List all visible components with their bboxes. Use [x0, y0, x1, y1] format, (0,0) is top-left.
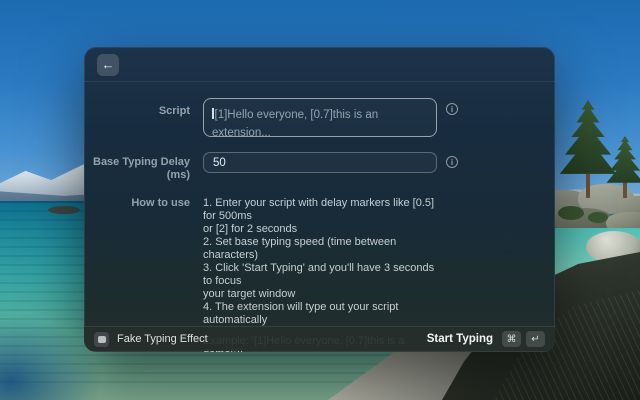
script-textarea[interactable]: [1]Hello everyone, [0.7]this is an exten…	[203, 98, 437, 137]
howto-line: your target window	[203, 288, 437, 301]
info-icon[interactable]: i	[446, 103, 458, 115]
return-key-icon: ↵	[526, 331, 545, 347]
howto-line: 1. Enter your script with delay markers …	[203, 197, 437, 223]
start-typing-button[interactable]: Start Typing	[423, 331, 497, 347]
info-icon[interactable]: i	[446, 156, 458, 168]
howto-line: 3. Click 'Start Typing' and you'll have …	[203, 262, 437, 288]
text-caret	[212, 108, 214, 119]
extension-window: ← Script [1]Hello everyone, [0.7]this is…	[84, 47, 555, 352]
delay-label: Base Typing Delay (ms)	[84, 152, 190, 182]
command-key-icon: ⌘	[502, 331, 521, 347]
extension-form: Script [1]Hello everyone, [0.7]this is a…	[84, 82, 555, 352]
keyboard-icon	[98, 336, 106, 343]
script-placeholder: [1]Hello everyone, [0.7]this is an exten…	[212, 109, 378, 139]
tree-canopy	[604, 136, 640, 187]
script-label: Script	[84, 98, 190, 118]
action-bar: Fake Typing Effect Start Typing ⌘ ↵	[84, 326, 555, 351]
delay-row: Base Typing Delay (ms) i	[84, 152, 555, 182]
back-arrow-icon: ←	[102, 57, 115, 72]
howto-label: How to use	[84, 197, 190, 210]
howto-line: 2. Set base typing speed (time between c…	[203, 236, 437, 262]
rock-islet	[48, 206, 80, 214]
action-bar-right: Start Typing ⌘ ↵	[423, 331, 545, 347]
shore-bush	[558, 206, 584, 220]
howto-line: 4. The extension will type out your scri…	[203, 301, 437, 327]
script-row: Script [1]Hello everyone, [0.7]this is a…	[84, 98, 555, 137]
tree-trunk	[586, 174, 590, 198]
delay-input[interactable]	[203, 152, 437, 173]
extension-name: Fake Typing Effect	[117, 333, 208, 345]
howto-line: or [2] for 2 seconds	[203, 223, 437, 236]
extension-icon	[94, 332, 109, 347]
window-header: ←	[84, 47, 555, 82]
action-bar-left: Fake Typing Effect	[94, 332, 423, 347]
back-button[interactable]: ←	[97, 54, 119, 76]
window-body: Script [1]Hello everyone, [0.7]this is a…	[84, 82, 555, 351]
pine-tree-small	[604, 136, 640, 198]
shore-bush	[588, 212, 608, 223]
